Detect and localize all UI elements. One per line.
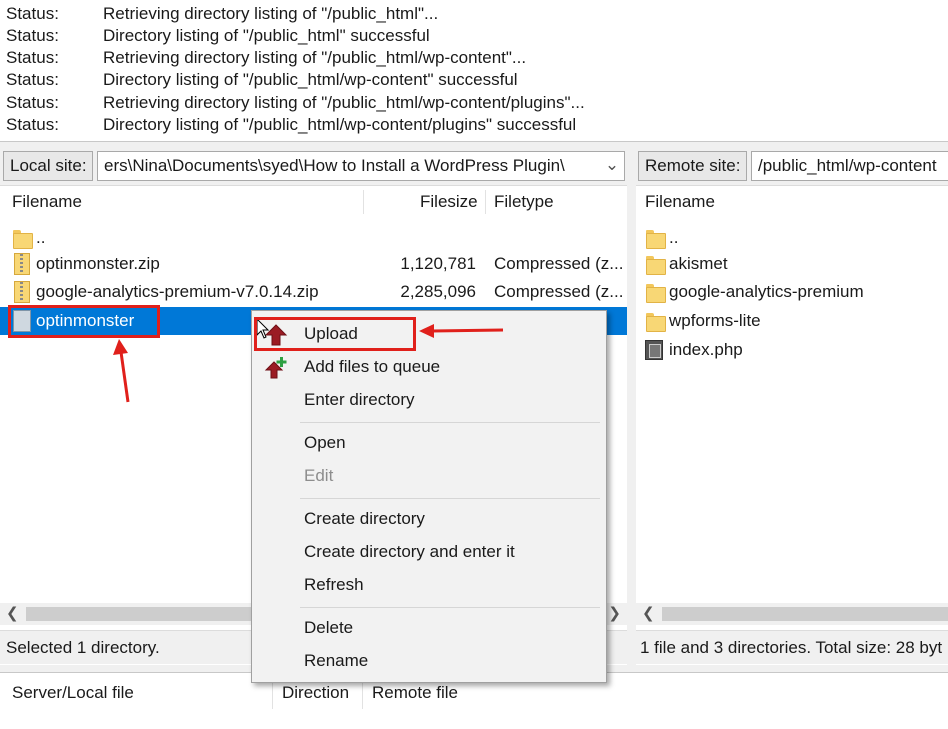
arrow-to-folder-icon: [113, 339, 130, 403]
annotation-arrows: [113, 324, 504, 403]
arrow-to-upload-icon: [419, 324, 504, 338]
